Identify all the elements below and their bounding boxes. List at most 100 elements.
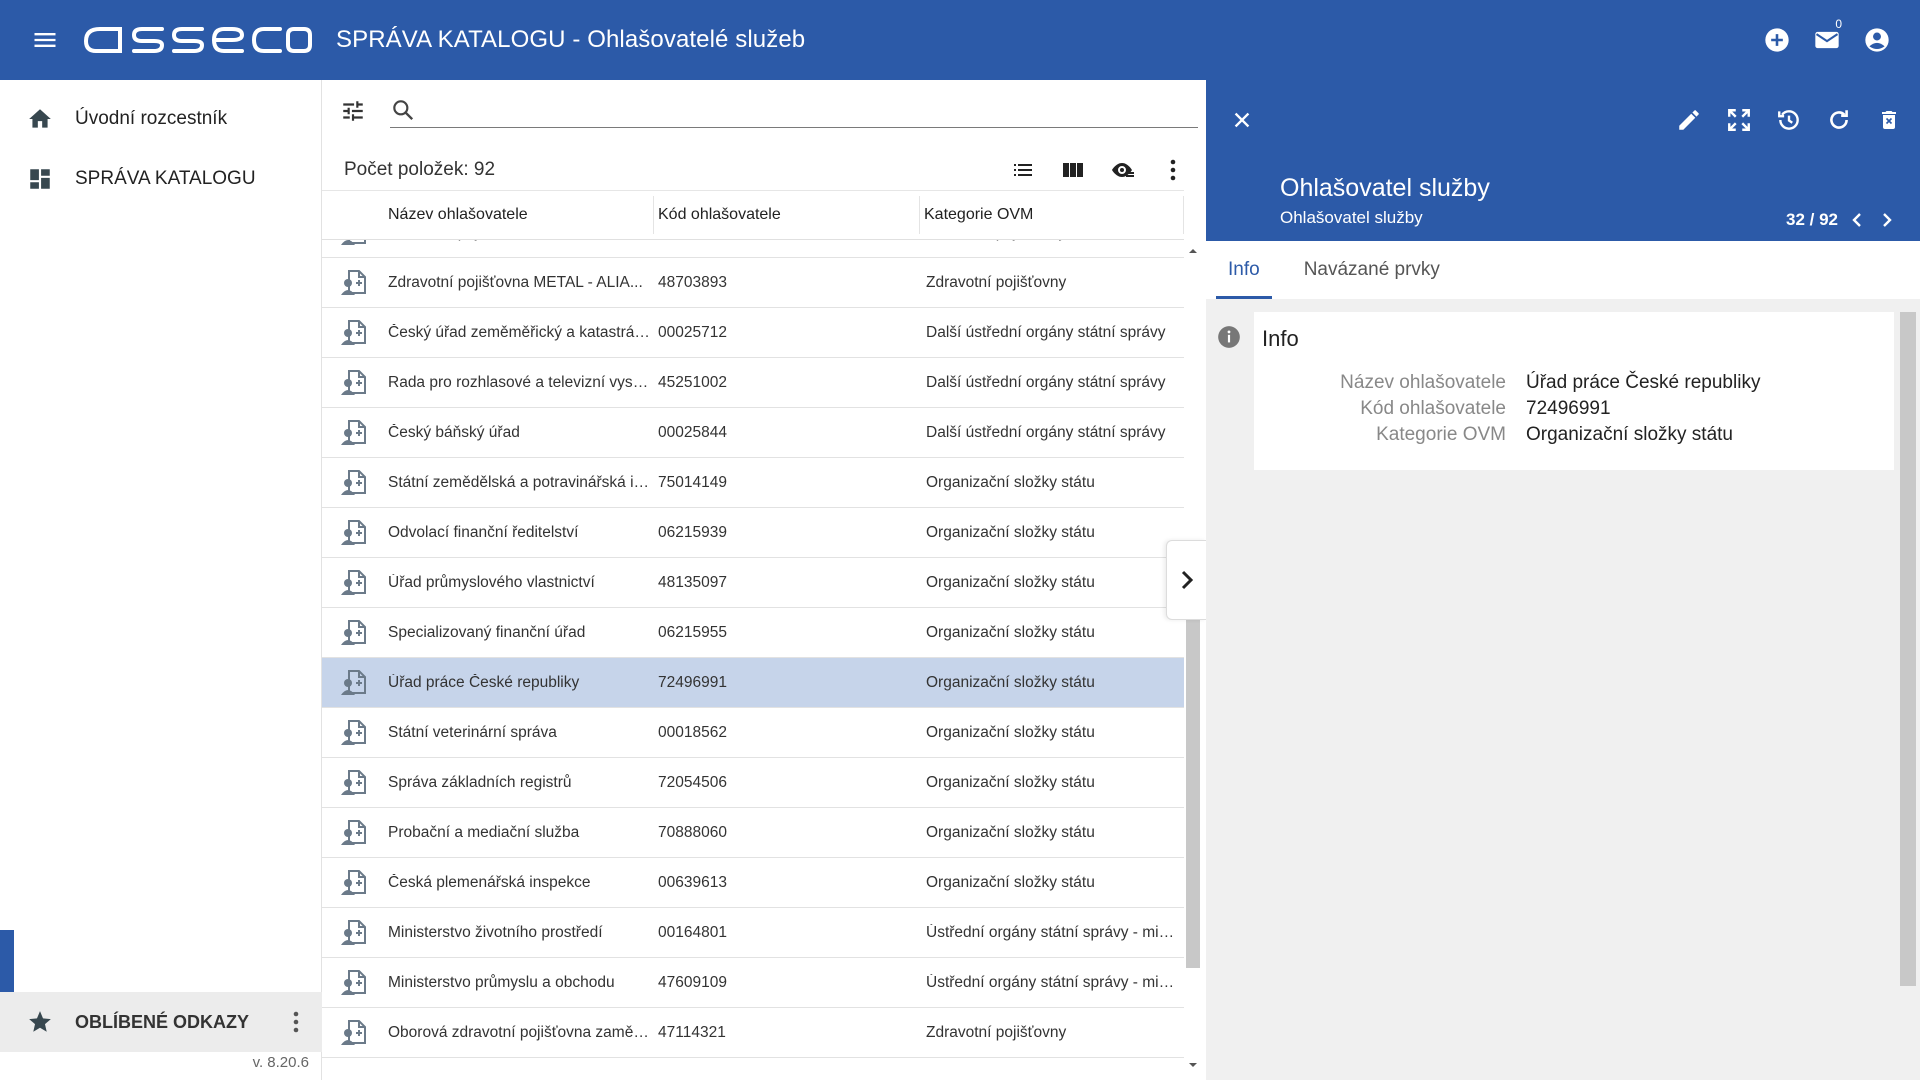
scroll-up-arrow-icon[interactable]: [1186, 244, 1200, 258]
table-row[interactable]: Státní zemědělská a potravinářská inspek…: [322, 458, 1184, 508]
mail-icon[interactable]: 0: [1802, 0, 1852, 80]
cell-code: 45251002: [658, 373, 727, 391]
info-card: Info Název ohlašovatele Úřad práce České…: [1254, 312, 1894, 470]
field-value: 72496991: [1526, 398, 1611, 419]
field-name: Název ohlašovatele Úřad práce České repu…: [1254, 372, 1894, 394]
delete-icon[interactable]: [1864, 100, 1914, 140]
info-heading: Info: [1262, 326, 1299, 351]
column-header-code[interactable]: Kód ohlašovatele: [654, 190, 920, 240]
table-row[interactable]: Správa základních registrů 72054506 Organi…: [322, 758, 1184, 808]
cell-name: Český úřad zeměměřický a katastrální: [388, 323, 651, 341]
edit-pencil-icon[interactable]: [1664, 100, 1714, 140]
tab-label: Navázané prvky: [1303, 259, 1440, 280]
home-icon: [27, 106, 53, 132]
cell-category: Další ústřední orgány státní správy: [926, 373, 1166, 391]
tab-info[interactable]: Info: [1206, 241, 1282, 299]
list-view-icon[interactable]: [998, 145, 1048, 195]
table-row[interactable]: Česká plemenářská inspekce 00639613 Organi…: [322, 858, 1184, 908]
cell-code: 70888060: [658, 823, 727, 841]
column-header-category[interactable]: Kategorie OVM: [920, 190, 1184, 240]
chevron-right-icon[interactable]: [1872, 208, 1902, 232]
search-box[interactable]: [390, 92, 1198, 128]
service-announcer-icon: [322, 768, 388, 798]
dashboard-icon: [27, 166, 53, 192]
tab-label: Info: [1228, 259, 1260, 280]
table-row[interactable]: Specializovaný finanční úřad 06215955 Orga…: [322, 608, 1184, 658]
search-input[interactable]: [424, 92, 1198, 127]
table-row[interactable]: Rada pro rozhlasové a televizní vysílání…: [322, 358, 1184, 408]
column-header-label: Kategorie OVM: [924, 206, 1034, 223]
collapse-panel-chevron-icon[interactable]: [1166, 540, 1206, 620]
cell-name: Oborová zdravotní pojišťovna zaměstnanců: [388, 1023, 658, 1041]
table-row[interactable]: Ministerstvo průmyslu a obchodu 47609109 Ú…: [322, 958, 1184, 1008]
field-category: Kategorie OVM Organizační složky státu: [1254, 424, 1894, 446]
cell-category: Další ústřední orgány státní správy: [926, 323, 1166, 341]
cell-category: Organizační složky státu: [926, 873, 1095, 891]
close-icon[interactable]: [1222, 100, 1262, 140]
record-pager: 32 / 92: [1786, 208, 1902, 232]
table-row[interactable]: Úřad práce České republiky 72496991 Organi…: [322, 658, 1184, 708]
table-row[interactable]: Odvolací finanční ředitelství 06215939 Org…: [322, 508, 1184, 558]
column-header-name[interactable]: Název ohlašovatele: [388, 190, 654, 240]
service-announcer-icon: [322, 368, 388, 398]
cell-code: 72054506: [658, 773, 727, 791]
columns-icon[interactable]: [1048, 145, 1098, 195]
chevron-left-icon[interactable]: [1842, 208, 1872, 232]
table-row[interactable]: Probační a mediační služba 70888060 Organi…: [322, 808, 1184, 858]
table-row[interactable]: Oborová zdravotní pojišťovna zaměstnanců…: [322, 1008, 1184, 1058]
cell-code: 00025712: [658, 323, 727, 341]
cell-category: Ústřední orgány státní správy - minister…: [926, 973, 1184, 991]
table-row[interactable]: Zdravotní pojišťovna ministerstva ...471…: [322, 240, 1184, 258]
favorites-label: OBLÍBENÉ ODKAZY: [75, 1011, 250, 1032]
visibility-settings-icon[interactable]: [1098, 145, 1148, 195]
cell-name: Odvolací finanční ředitelství: [388, 523, 579, 541]
asseco-logo: [82, 22, 314, 58]
history-icon[interactable]: [1764, 100, 1814, 140]
cell-code: 00639613: [658, 873, 727, 891]
field-code: Kód ohlašovatele 72496991: [1254, 398, 1894, 420]
tab-linked-items[interactable]: Navázané prvky: [1282, 241, 1462, 299]
cell-category: Zdravotní pojišťovny: [926, 1023, 1067, 1041]
sidebar-item-home[interactable]: Úvodní rozcestník: [0, 89, 321, 149]
refresh-icon[interactable]: [1814, 100, 1864, 140]
more-vert-icon[interactable]: [1148, 145, 1198, 195]
service-announcer-icon: [322, 918, 388, 948]
account-circle-icon[interactable]: [1852, 0, 1902, 80]
add-circle-icon[interactable]: [1752, 0, 1802, 80]
favorites-section[interactable]: OBLÍBENÉ ODKAZY: [0, 992, 322, 1052]
service-announcer-icon: [322, 418, 388, 448]
cell-category: Organizační složky státu: [926, 523, 1095, 541]
list-scrollbar-thumb[interactable]: [1186, 560, 1200, 968]
cell-name: Ministerstvo životního prostředí: [388, 923, 603, 941]
table-row[interactable]: Český úřad zeměměřický a katastrální 0002…: [322, 308, 1184, 358]
table-row[interactable]: Úřad průmyslového vlastnictví 48135097 Org…: [322, 558, 1184, 608]
cell-category: Zdravotní pojišťovny: [926, 273, 1067, 291]
fullscreen-icon[interactable]: [1714, 100, 1764, 140]
cell-name: Specializovaný finanční úřad: [388, 623, 586, 641]
item-count: Počet položek: 92: [344, 159, 496, 180]
cell-code: 48135097: [658, 573, 727, 591]
sidebar-item-catalog[interactable]: SPRÁVA KATALOGU: [0, 149, 321, 209]
service-announcer-icon: [322, 668, 388, 698]
cell-name: Úřad práce České republiky: [388, 673, 580, 691]
detail-scrollbar-thumb[interactable]: [1900, 312, 1916, 986]
cell-code: 48703893: [658, 273, 727, 291]
detail-title: Ohlašovatel služby: [1280, 174, 1490, 202]
table-row[interactable]: Český báňský úřad 00025844 Další ústřední …: [322, 408, 1184, 458]
table-row[interactable]: Ministerstvo životního prostředí 00164801…: [322, 908, 1184, 958]
info-icon: [1216, 324, 1242, 350]
cell-code: 47114304: [658, 240, 926, 242]
filter-tune-icon[interactable]: [322, 80, 384, 142]
scroll-down-arrow-icon[interactable]: [1186, 1058, 1200, 1072]
table-row[interactable]: Zdravotní pojišťovna METAL - ALIA... 4870…: [322, 258, 1184, 308]
hamburger-menu-icon[interactable]: [0, 0, 90, 80]
service-announcer-icon: [322, 568, 388, 598]
cell-name: Zdravotní pojišťovna ministerstva ...: [388, 240, 658, 242]
more-vert-icon[interactable]: [284, 1008, 308, 1036]
cell-name: Státní zemědělská a potravinářská inspek…: [388, 473, 658, 491]
table-row[interactable]: Státní veterinární správa 00018562 Organiz…: [322, 708, 1184, 758]
cell-code: 00164801: [658, 923, 727, 941]
app-title: SPRÁVA KATALOGU - Ohlašovatelé služeb: [336, 26, 806, 53]
service-announcer-icon: [322, 318, 388, 348]
service-announcer-icon: [322, 518, 388, 548]
